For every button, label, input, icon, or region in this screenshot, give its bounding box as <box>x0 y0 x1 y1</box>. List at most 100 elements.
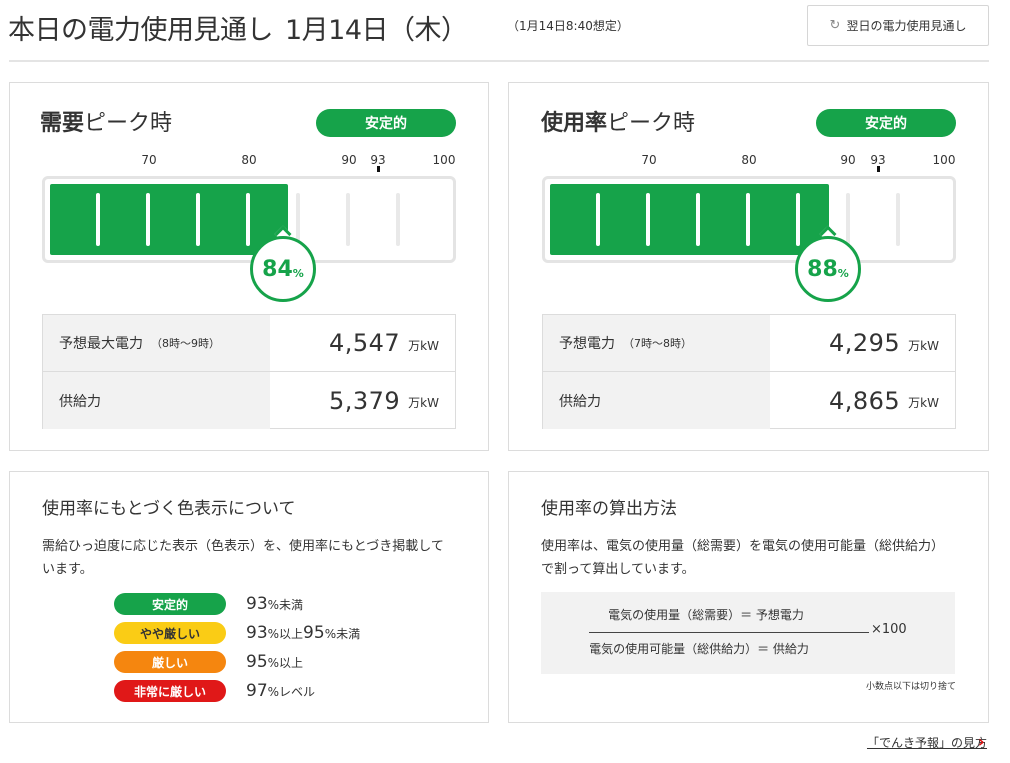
demand-gauge <box>42 176 456 263</box>
legend-suffix: %未満 <box>324 627 361 641</box>
row-value-unit: 万kW <box>908 396 939 410</box>
usage-percent-bubble: 88% <box>795 236 861 302</box>
legend-suffix: %以上 <box>267 627 304 641</box>
table-row: 供給力 5,379 万kW <box>43 372 455 429</box>
usage-percent: 88 <box>807 256 838 282</box>
usage-scale: 70 80 90 93 100 <box>542 153 962 167</box>
usage-status-badge: 安定的 <box>816 109 956 137</box>
legend-item-very-tight: 非常に厳しい 97%レベル <box>114 680 315 702</box>
page-title-text: 本日の電力使用見通し <box>8 15 274 46</box>
demand-peak-panel: 需要ピーク時 安定的 70 80 90 93 100 84% 予想最大電力 （8時… <box>9 82 489 451</box>
how-to-read-link[interactable]: 「でんき予報」の見方 <box>867 734 987 751</box>
demand-percent: 84 <box>262 256 293 282</box>
legend-badge: 安定的 <box>114 593 226 615</box>
scale-label-70: 70 <box>141 153 157 167</box>
row-label-text: 供給力 <box>59 393 101 410</box>
page-title: 本日の電力使用見通し 1月14日（木） <box>8 8 468 47</box>
row-label: 供給力 <box>43 372 270 429</box>
page-header: 本日の電力使用見通し 1月14日（木） （1月14日8:40想定） ↻ 翌日の電力… <box>0 0 1010 62</box>
color-legend-panel: 使用率にもとづく色表示について 需給ひっ迫度に応じた表示（色表示）を、使用率にも… <box>9 471 489 723</box>
table-row: 予想電力 （7時～8時） 4,295 万kW <box>543 315 955 372</box>
color-legend-description: 需給ひっ迫度に応じた表示（色表示）を、使用率にもとづき掲載しています。 <box>42 539 444 577</box>
gauge-segment <box>746 193 750 246</box>
formula-multiplier: ×100 <box>871 622 907 637</box>
scale-label-100: 100 <box>932 153 956 167</box>
row-label-text: 予想最大電力 <box>59 336 143 352</box>
calc-method-description: 使用率は、電気の使用量（総需要）を電気の使用可能量（総供給力）で割って算出してい… <box>541 539 945 577</box>
legend-item-stable: 安定的 93%未満 <box>114 593 303 615</box>
chevron-right-icon[interactable]: › <box>978 732 985 751</box>
scale-label-93: 93 <box>370 153 386 167</box>
demand-percent-unit: % <box>292 266 304 280</box>
row-label: 予想最大電力 （8時～9時） <box>43 315 270 371</box>
row-value-number: 5,379 <box>328 386 401 415</box>
legend-number: 95 <box>303 623 325 643</box>
scale-label-100: 100 <box>432 153 456 167</box>
scale-label-70: 70 <box>641 153 657 167</box>
row-value: 4,547 万kW <box>270 315 455 371</box>
gauge-segment <box>396 193 400 246</box>
gauge-segment <box>146 193 150 246</box>
scale-label-93: 93 <box>870 153 886 167</box>
rounding-note: 小数点以下は切り捨て <box>865 682 956 692</box>
demand-percent-bubble: 84% <box>250 236 316 302</box>
legend-suffix: %レベル <box>267 685 316 699</box>
legend-item-tight: 厳しい 95%以上 <box>114 651 303 673</box>
row-label-sub: （7時～8時） <box>623 337 692 350</box>
gauge-segment <box>896 193 900 246</box>
row-value-unit: 万kW <box>908 338 939 353</box>
header-divider <box>9 60 989 62</box>
threshold-93-marker <box>377 166 380 172</box>
demand-status-badge: 安定的 <box>316 109 456 137</box>
legend-threshold: 93%未満 <box>246 594 303 614</box>
demand-peak-title: 需要ピーク時 <box>40 105 172 137</box>
gauge-segment <box>96 193 100 246</box>
legend-suffix: %未満 <box>267 598 304 612</box>
usage-percent-unit: % <box>837 266 849 280</box>
calc-method-panel: 使用率の算出方法 使用率は、電気の使用量（総需要）を電気の使用可能量（総供給力）… <box>508 471 989 723</box>
legend-threshold: 95%以上 <box>246 652 303 672</box>
usage-peak-title: 使用率ピーク時 <box>541 105 695 137</box>
gauge-segment <box>596 193 600 246</box>
usage-info-table: 予想電力 （7時～8時） 4,295 万kW 供給力 4,865 万kW <box>542 314 956 429</box>
legend-item-somewhat-tight: やや厳しい 93%以上95%未満 <box>114 622 360 644</box>
threshold-93-marker <box>877 166 880 172</box>
next-day-forecast-button[interactable]: ↻ 翌日の電力使用見通し <box>807 5 989 46</box>
calc-method-title: 使用率の算出方法 <box>541 499 677 519</box>
demand-gauge-fill <box>50 184 288 255</box>
legend-suffix: %以上 <box>267 656 304 670</box>
row-label: 供給力 <box>543 372 770 429</box>
fraction-line <box>589 632 869 633</box>
gauge-segment <box>646 193 650 246</box>
legend-threshold: 93%以上95%未満 <box>246 623 360 643</box>
legend-badge: やや厳しい <box>114 622 226 644</box>
table-row: 予想最大電力 （8時～9時） 4,547 万kW <box>43 315 455 372</box>
demand-title-bold: 需要 <box>40 111 85 136</box>
row-label-sub: （8時～9時） <box>151 337 220 350</box>
formula-numerator: 電気の使用量（総需要）＝ 予想電力 <box>608 608 804 622</box>
gauge-segment <box>346 193 350 246</box>
row-value: 5,379 万kW <box>270 372 455 429</box>
row-value-unit: 万kW <box>408 396 439 410</box>
legend-badge: 厳しい <box>114 651 226 673</box>
scale-label-90: 90 <box>840 153 856 167</box>
legend-threshold: 97%レベル <box>246 681 315 701</box>
legend-number: 95 <box>246 652 268 672</box>
row-label: 予想電力 （7時～8時） <box>543 315 770 371</box>
demand-title-rest: ピーク時 <box>84 111 173 136</box>
legend-number: 93 <box>246 623 268 643</box>
gauge-segment <box>196 193 200 246</box>
gauge-segment <box>696 193 700 246</box>
next-day-forecast-label: 翌日の電力使用見通し <box>846 19 967 33</box>
row-value-number: 4,547 <box>328 329 401 357</box>
scale-label-80: 80 <box>241 153 257 167</box>
row-value: 4,865 万kW <box>770 372 955 429</box>
legend-number: 93 <box>246 594 268 614</box>
legend-badge: 非常に厳しい <box>114 680 226 702</box>
row-value-number: 4,865 <box>828 386 901 415</box>
demand-scale: 70 80 90 93 100 <box>42 153 462 167</box>
row-value-number: 4,295 <box>828 329 901 357</box>
usage-gauge-fill <box>550 184 829 255</box>
table-row: 供給力 4,865 万kW <box>543 372 955 429</box>
page-date: 1月14日（木） <box>285 15 468 46</box>
